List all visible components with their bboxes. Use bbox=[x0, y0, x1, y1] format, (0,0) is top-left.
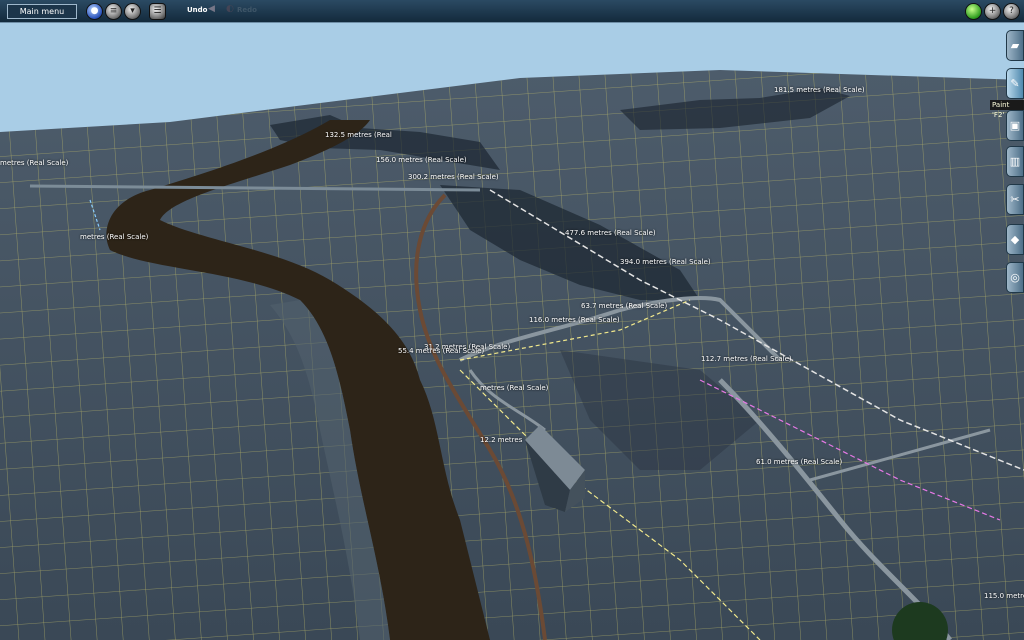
measurement-label: metres (Real Scale) bbox=[0, 159, 69, 167]
measurement-label: metres (Real Scale) bbox=[480, 384, 549, 392]
measurement-label: 63.7 metres (Real Scale) bbox=[581, 302, 668, 310]
undo-arrow-icon[interactable]: ◀ bbox=[208, 4, 215, 14]
measurement-label: 394.0 metres (Real Scale) bbox=[620, 258, 711, 266]
plus-icon[interactable]: + bbox=[985, 4, 1000, 19]
redo-arrow-icon: ◐ bbox=[226, 4, 234, 14]
measurement-label: 61.0 metres (Real Scale) bbox=[756, 458, 843, 466]
top-toolbar: Main menu ● ≡ ▾ ☰ Undo ◀ ◐ Redo + ? bbox=[0, 0, 1024, 23]
globe-icon[interactable]: ● bbox=[87, 4, 102, 19]
measurement-label: 477.6 metres (Real Scale) bbox=[565, 229, 656, 237]
objects-tool-icon[interactable]: ▣ bbox=[1006, 110, 1024, 141]
wrench-tool-icon[interactable]: ✂ bbox=[1006, 184, 1024, 215]
measurement-label: 116.0 metres (Real Scale) bbox=[529, 316, 620, 324]
camera-icon[interactable]: ▾ bbox=[125, 4, 140, 19]
settings-tool-icon[interactable]: ◎ bbox=[1006, 262, 1024, 293]
gem-tool-icon[interactable]: ◆ bbox=[1006, 224, 1024, 255]
layers-icon[interactable]: ≡ bbox=[106, 4, 121, 19]
track-tool-icon[interactable]: ▥ bbox=[1006, 146, 1024, 177]
help-icon[interactable]: ? bbox=[1004, 4, 1019, 19]
status-light-icon[interactable] bbox=[966, 4, 981, 19]
paint-tool-icon[interactable]: ✎ bbox=[1006, 68, 1024, 99]
measurement-label: 181.5 metres (Real Scale) bbox=[774, 86, 865, 94]
measurement-label: 12.2 metres bbox=[480, 436, 523, 444]
paint-tooltip: Paint 'F2' bbox=[990, 100, 1024, 119]
list-icon[interactable]: ☰ bbox=[150, 4, 165, 19]
measurement-label: metres (Real Scale) bbox=[80, 233, 149, 241]
measurement-label: 132.5 metres (Real bbox=[325, 131, 392, 139]
measurement-label: 112.7 metres (Real Scale) bbox=[701, 355, 792, 363]
terrain-tool-icon[interactable]: ▰ bbox=[1006, 30, 1024, 61]
redo-button: Redo bbox=[237, 6, 257, 14]
measurement-label: 300.2 metres (Real Scale) bbox=[408, 173, 499, 181]
undo-button[interactable]: Undo bbox=[187, 6, 208, 14]
measurement-label: 115.0 metres bbox=[984, 592, 1024, 600]
terrain-viewport[interactable] bbox=[0, 0, 1024, 640]
measurement-label: 156.0 metres (Real Scale) bbox=[376, 156, 467, 164]
measurement-label: 55.4 metres (Real Scale) bbox=[398, 347, 485, 355]
main-menu-button[interactable]: Main menu bbox=[7, 4, 77, 19]
